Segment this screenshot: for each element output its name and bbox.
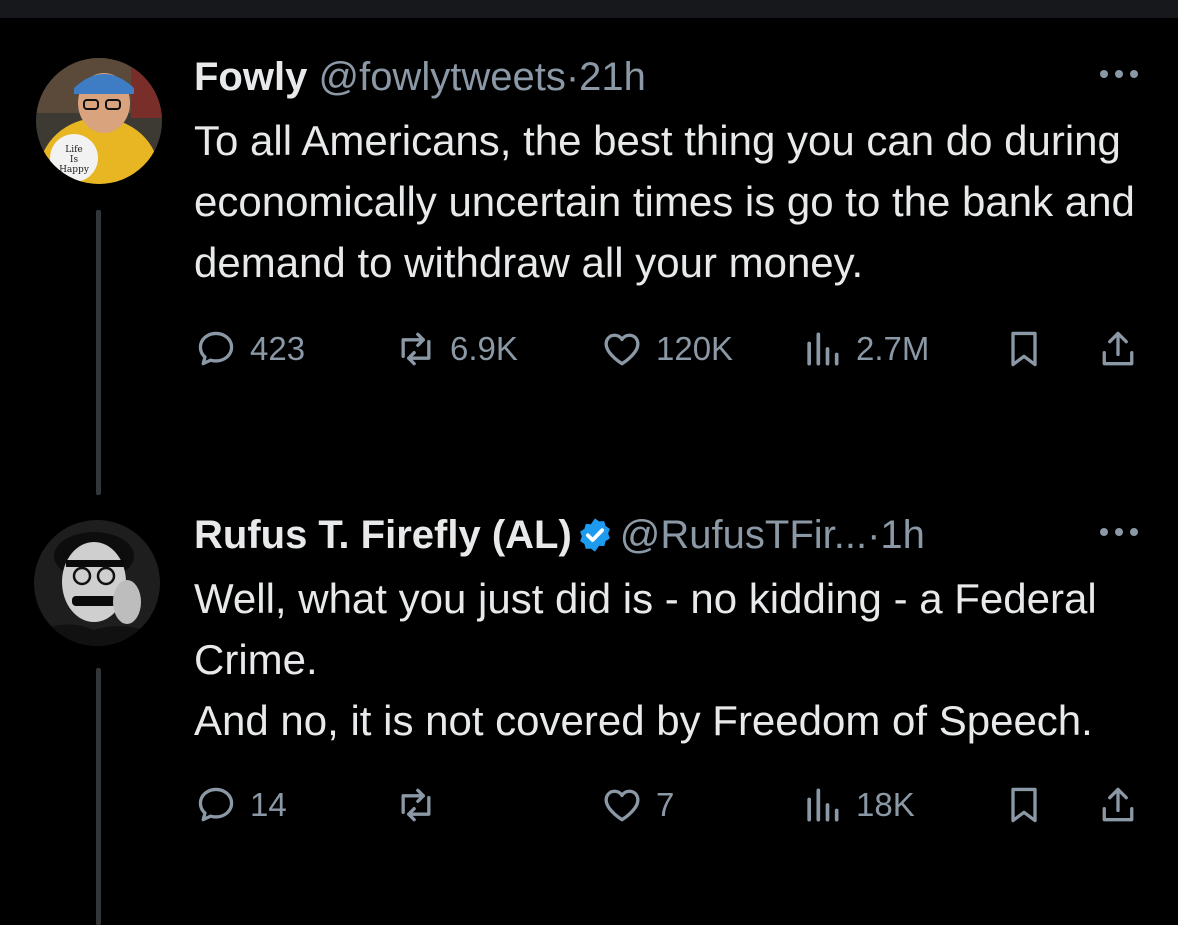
tweet-paragraph: Well, what you just did is - no kidding …	[194, 575, 1097, 683]
reply-count: 423	[250, 330, 306, 367]
bookmark-icon	[1011, 331, 1037, 367]
views-icon	[807, 788, 839, 822]
like-count: 120K	[656, 330, 734, 367]
tweet-paragraph: To all Americans, the best thing you can…	[194, 117, 1135, 286]
top-bar	[0, 0, 1178, 18]
like-count: 7	[656, 786, 675, 823]
repost-button[interactable]: 6.9K	[394, 319, 518, 379]
reply-count: 14	[250, 786, 287, 823]
tweet-text: Well, what you just did is - no kidding …	[194, 568, 1144, 751]
bookmark-button[interactable]	[1002, 775, 1046, 835]
repost-button[interactable]	[394, 775, 450, 835]
reply-icon	[198, 331, 234, 366]
reply-icon	[198, 787, 234, 822]
like-icon	[604, 789, 640, 822]
repost-count: 6.9K	[450, 330, 518, 367]
thread-line	[96, 210, 101, 495]
views-count: 18K	[856, 786, 915, 823]
tweet-header: Fowly @fowlytweets·21h	[194, 52, 1144, 102]
more-icon[interactable]	[1094, 510, 1144, 550]
tweet-paragraph: And no, it is not covered by Freedom of …	[194, 697, 1093, 744]
views-icon	[807, 332, 839, 366]
dot-separator: ·	[867, 513, 881, 557]
more-icon[interactable]	[1094, 52, 1144, 92]
share-icon	[1102, 331, 1134, 366]
tweet-actions: 14 7 18K	[194, 775, 1144, 835]
tweet-actions: 423 6.9K 120K 2.7M	[194, 319, 1144, 379]
verified-badge-icon	[579, 518, 610, 552]
share-button[interactable]	[1096, 319, 1140, 379]
tweet-text: To all Americans, the best thing you can…	[194, 110, 1144, 293]
like-icon	[604, 333, 640, 366]
timestamp[interactable]: 1h	[880, 513, 925, 557]
avatar-fowly[interactable]: Life Is Happy	[36, 58, 162, 184]
dot-separator: ·	[565, 55, 580, 99]
views-count: 2.7M	[856, 330, 930, 367]
avatar-rufus[interactable]	[34, 520, 160, 646]
repost-icon	[401, 788, 431, 822]
svg-text:Life: Life	[65, 145, 83, 155]
svg-text:Happy: Happy	[59, 165, 90, 175]
like-button[interactable]: 7	[600, 775, 674, 835]
tweet-header: Rufus T. Firefly (AL) @RufusTFir...·1h	[194, 510, 1144, 560]
display-name[interactable]: Fowly	[194, 55, 307, 99]
views-button[interactable]: 18K	[800, 775, 915, 835]
share-icon	[1102, 787, 1134, 822]
thread-line	[96, 668, 101, 925]
reply-button[interactable]: 423	[194, 319, 305, 379]
views-button[interactable]: 2.7M	[800, 319, 929, 379]
tweet-1[interactable]: Fowly @fowlytweets·21h To all Americans,…	[194, 52, 1144, 379]
user-handle[interactable]: @fowlytweets	[318, 55, 565, 99]
bookmark-icon	[1011, 787, 1037, 823]
timestamp[interactable]: 21h	[579, 55, 646, 99]
repost-icon	[401, 332, 431, 366]
like-button[interactable]: 120K	[600, 319, 733, 379]
display-name[interactable]: Rufus T. Firefly (AL)	[194, 513, 572, 557]
user-handle[interactable]: @RufusTFir...	[620, 513, 867, 557]
share-button[interactable]	[1096, 775, 1140, 835]
reply-button[interactable]: 14	[194, 775, 287, 835]
svg-text:Is: Is	[70, 155, 79, 165]
bookmark-button[interactable]	[1002, 319, 1046, 379]
tweet-2[interactable]: Rufus T. Firefly (AL) @RufusTFir...·1h We…	[194, 510, 1144, 835]
